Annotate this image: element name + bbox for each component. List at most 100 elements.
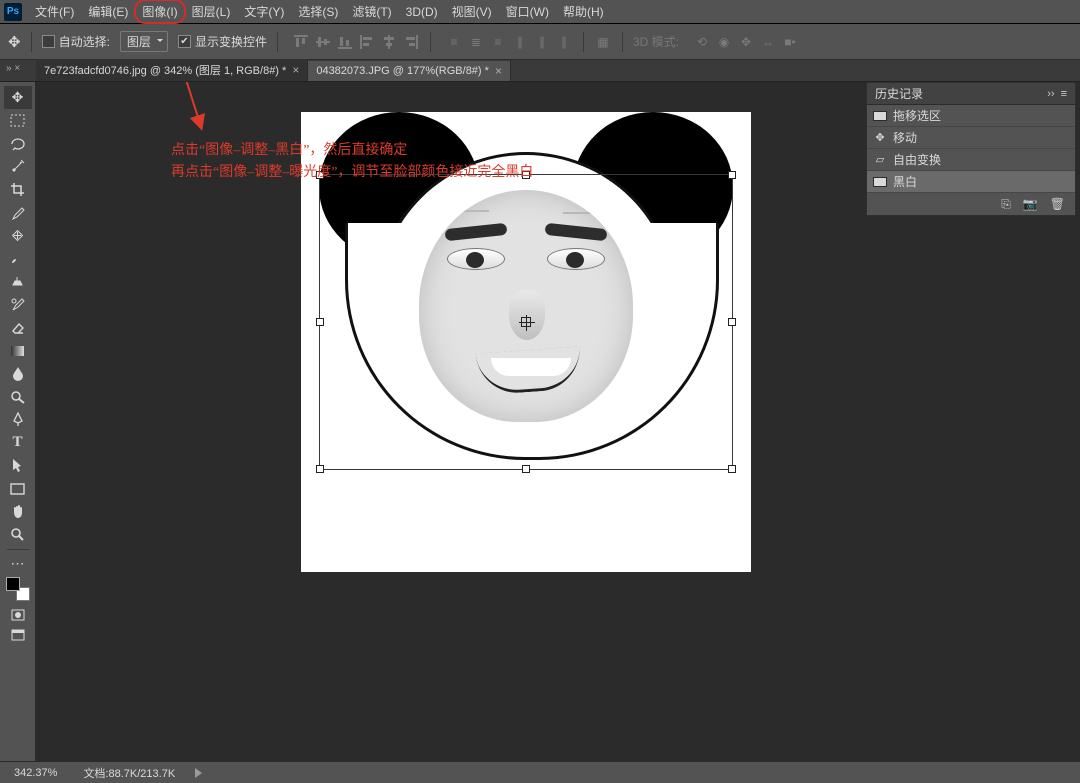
pan-3d-icon[interactable]: ✥ xyxy=(737,33,755,51)
distribute-vcenter-icon[interactable]: ≣ xyxy=(467,33,485,51)
orbit-3d-icon[interactable]: ⟲ xyxy=(693,33,711,51)
menu-select[interactable]: 选择(S) xyxy=(291,0,345,23)
distribute-right-icon[interactable]: ∥ xyxy=(555,33,573,51)
mode3d-label: 3D 模式: xyxy=(633,33,679,50)
transform-handle[interactable] xyxy=(316,318,324,326)
lasso-tool[interactable] xyxy=(4,132,32,155)
magic-wand-tool[interactable] xyxy=(4,155,32,178)
collapse-icon[interactable]: ›› xyxy=(1047,88,1054,100)
align-group xyxy=(292,33,420,51)
gradient-tool[interactable] xyxy=(4,339,32,362)
transform-bounding-box[interactable] xyxy=(319,174,733,470)
zoom-value[interactable]: 342.37% xyxy=(8,767,63,779)
transform-handle[interactable] xyxy=(728,465,736,473)
menu-3d[interactable]: 3D(D) xyxy=(399,2,445,22)
close-icon[interactable]: × xyxy=(292,63,299,77)
auto-select-checkbox[interactable]: 自动选择: xyxy=(42,33,110,50)
history-row-label: 自由变换 xyxy=(893,151,941,168)
history-row-label: 黑白 xyxy=(893,173,917,190)
transform-handle[interactable] xyxy=(522,171,530,179)
align-hcenter-icon[interactable] xyxy=(380,33,398,51)
menu-edit[interactable]: 编辑(E) xyxy=(81,0,135,23)
eraser-tool[interactable] xyxy=(4,316,32,339)
transform-handle[interactable] xyxy=(522,465,530,473)
tools-panel: ✥ T ⋯ xyxy=(0,82,36,761)
close-icon[interactable]: × xyxy=(495,64,502,78)
hand-tool[interactable] xyxy=(4,500,32,523)
transform-handle[interactable] xyxy=(316,171,324,179)
clone-stamp-tool[interactable] xyxy=(4,270,32,293)
document-tab[interactable]: 7e723fadcfd0746.jpg @ 342% (图层 1, RGB/8#… xyxy=(36,59,308,81)
edit-toolbar-icon[interactable]: ⋯ xyxy=(4,553,32,573)
transform-center-icon[interactable] xyxy=(521,317,531,327)
align-right-icon[interactable] xyxy=(402,33,420,51)
history-row-label: 移动 xyxy=(893,129,917,146)
transform-handle[interactable] xyxy=(316,465,324,473)
zoom-tool[interactable] xyxy=(4,523,32,546)
quick-mask-icon[interactable] xyxy=(4,605,32,625)
history-row[interactable]: 拖移选区 xyxy=(867,105,1075,127)
menu-image[interactable]: 图像(I) xyxy=(135,0,184,23)
document-info[interactable]: 文档:88.7K/213.7K xyxy=(77,765,181,781)
menu-file[interactable]: 文件(F) xyxy=(28,0,81,23)
healing-brush-tool[interactable] xyxy=(4,224,32,247)
separator xyxy=(583,32,584,52)
rectangle-tool[interactable] xyxy=(4,477,32,500)
auto-align-icon[interactable]: ▦ xyxy=(594,33,612,51)
type-tool[interactable]: T xyxy=(4,431,32,454)
menu-window[interactable]: 窗口(W) xyxy=(499,0,556,23)
history-row[interactable]: 黑白 xyxy=(867,171,1075,193)
align-vcenter-icon[interactable] xyxy=(314,33,332,51)
history-row[interactable]: ▱ 自由变换 xyxy=(867,149,1075,171)
zoom-3d-icon[interactable]: ■• xyxy=(781,33,799,51)
separator xyxy=(7,549,29,550)
crop-tool[interactable] xyxy=(4,178,32,201)
new-document-from-state-icon[interactable]: ⎘ xyxy=(1001,197,1011,212)
auto-select-scope-dropdown[interactable]: 图层 xyxy=(120,31,168,52)
roll-3d-icon[interactable]: ◉ xyxy=(715,33,733,51)
menu-type[interactable]: 文字(Y) xyxy=(237,0,291,23)
pen-tool[interactable] xyxy=(4,408,32,431)
menu-filter[interactable]: 滤镜(T) xyxy=(345,0,398,23)
brush-tool[interactable] xyxy=(4,247,32,270)
distribute-top-icon[interactable]: ≡ xyxy=(445,33,463,51)
distribute-hcenter-icon[interactable]: ∥ xyxy=(533,33,551,51)
move-tool[interactable]: ✥ xyxy=(4,86,32,109)
align-left-icon[interactable] xyxy=(358,33,376,51)
distribute-bottom-icon[interactable]: ≡ xyxy=(489,33,507,51)
show-transform-checkbox[interactable]: 显示变换控件 xyxy=(178,33,267,50)
dodge-tool[interactable] xyxy=(4,385,32,408)
workspace: ✥ T ⋯ xyxy=(0,82,1080,761)
eyedropper-tool[interactable] xyxy=(4,201,32,224)
panel-menu-icon[interactable]: ≡ xyxy=(1061,88,1067,100)
options-bar: ✥ 自动选择: 图层 显示变换控件 ≡ ≣ ≡ ∥ ∥ ∥ ▦ 3D 模式: ⟲… xyxy=(0,24,1080,60)
history-row[interactable]: ✥ 移动 xyxy=(867,127,1075,149)
checkbox-icon xyxy=(42,35,55,48)
history-brush-tool[interactable] xyxy=(4,293,32,316)
canvas-area[interactable]: 点击“图像–调整–黑白”，然后直接确定 再点击“图像–调整–曝光度”，调节至脸部… xyxy=(36,82,1080,761)
thumbnail-icon xyxy=(873,177,887,187)
new-snapshot-icon[interactable]: 📷 xyxy=(1023,197,1038,211)
rectangular-marquee-tool[interactable] xyxy=(4,109,32,132)
menu-view[interactable]: 视图(V) xyxy=(445,0,499,23)
show-transform-label: 显示变换控件 xyxy=(195,33,267,50)
fg-bg-swatch[interactable] xyxy=(6,577,30,601)
annotation-arrow xyxy=(155,82,215,139)
auto-select-label: 自动选择: xyxy=(59,33,110,50)
screen-mode-icon[interactable] xyxy=(4,625,32,645)
blur-tool[interactable] xyxy=(4,362,32,385)
tab-overflow[interactable]: » × xyxy=(6,63,20,74)
transform-handle[interactable] xyxy=(728,171,736,179)
status-menu-icon[interactable] xyxy=(195,768,207,778)
delete-state-icon[interactable]: 🗑 xyxy=(1050,197,1065,211)
path-selection-tool[interactable] xyxy=(4,454,32,477)
history-panel-header[interactable]: 历史记录 ›› ≡ xyxy=(867,83,1075,105)
slide-3d-icon[interactable]: ↔ xyxy=(759,33,777,51)
menu-layer[interactable]: 图层(L) xyxy=(185,0,238,23)
transform-handle[interactable] xyxy=(728,318,736,326)
document-tab[interactable]: 04382073.JPG @ 177%(RGB/8#) * × xyxy=(308,61,511,81)
align-top-icon[interactable] xyxy=(292,33,310,51)
menu-help[interactable]: 帮助(H) xyxy=(556,0,611,23)
align-bottom-icon[interactable] xyxy=(336,33,354,51)
distribute-left-icon[interactable]: ∥ xyxy=(511,33,529,51)
